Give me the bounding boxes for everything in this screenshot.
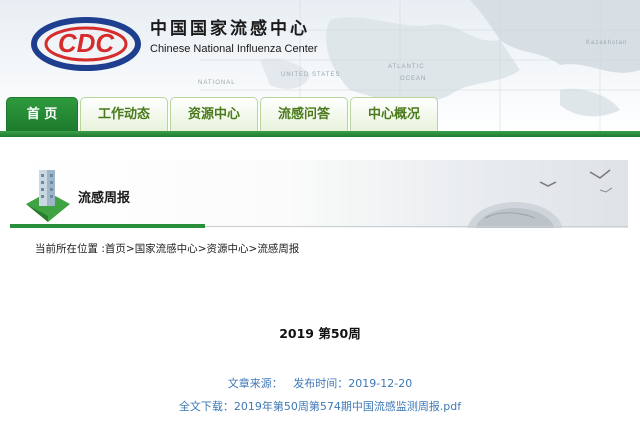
nav-item-flu-qa[interactable]: 流感问答 — [260, 97, 348, 132]
nav-item-center-overview[interactable]: 中心概况 — [350, 97, 438, 132]
download-label: 全文下载： — [178, 400, 234, 413]
map-label: Kazakhstan — [586, 40, 628, 46]
site-title-en: Chinese National Influenza Center — [150, 43, 318, 55]
banner-divider — [205, 226, 628, 227]
map-label: ATLANTIC — [388, 64, 425, 70]
breadcrumb-resource-center[interactable]: 资源中心 — [207, 243, 249, 255]
nav-item-home[interactable]: 首 页 — [6, 97, 78, 132]
download-pdf-link[interactable]: 2019年第50周第574期中国流感监测周报.pdf — [234, 400, 461, 413]
breadcrumb-prefix: 当前所在位置 : — [35, 243, 105, 255]
breadcrumb-home[interactable]: 首页 — [105, 243, 126, 255]
svg-text:CDC: CDC — [58, 28, 116, 58]
breadcrumb: 当前所在位置 :首页>国家流感中心>资源中心>流感周报 — [35, 241, 299, 256]
globe-birds-decoration — [467, 169, 613, 228]
nav-item-resource-center[interactable]: 资源中心 — [170, 97, 258, 132]
site-title-cn: 中国国家流感中心 — [150, 19, 310, 39]
publish-date: 2019-12-20 — [348, 377, 413, 390]
nav-item-work-news[interactable]: 工作动态 — [80, 97, 168, 132]
nav-underline — [0, 131, 640, 137]
article-meta: 文章来源： 发布时间：2019-12-20 — [0, 375, 640, 391]
download-line: 全文下载：2019年第50周第574期中国流感监测周报.pdf — [0, 398, 640, 414]
section-banner: 流感周报 — [10, 160, 628, 228]
breadcrumb-flu-center[interactable]: 国家流感中心 — [135, 243, 198, 255]
building-icon — [26, 170, 70, 222]
map-label: UNITED STATES — [281, 72, 341, 78]
map-label: OCEAN — [400, 76, 427, 82]
breadcrumb-separator: > — [197, 243, 207, 255]
cdc-logo: CDC — [31, 17, 141, 71]
map-label: NATIONAL — [198, 80, 236, 86]
article-title: 2019 第50周 — [279, 326, 361, 341]
breadcrumb-separator: > — [248, 243, 258, 255]
section-title: 流感周报 — [78, 191, 131, 206]
date-label: 发布时间： — [293, 377, 349, 390]
breadcrumb-flu-weekly[interactable]: 流感周报 — [257, 243, 299, 255]
banner-accent-bar — [10, 224, 205, 228]
breadcrumb-separator: > — [125, 243, 135, 255]
source-label: 文章来源： — [227, 377, 283, 390]
